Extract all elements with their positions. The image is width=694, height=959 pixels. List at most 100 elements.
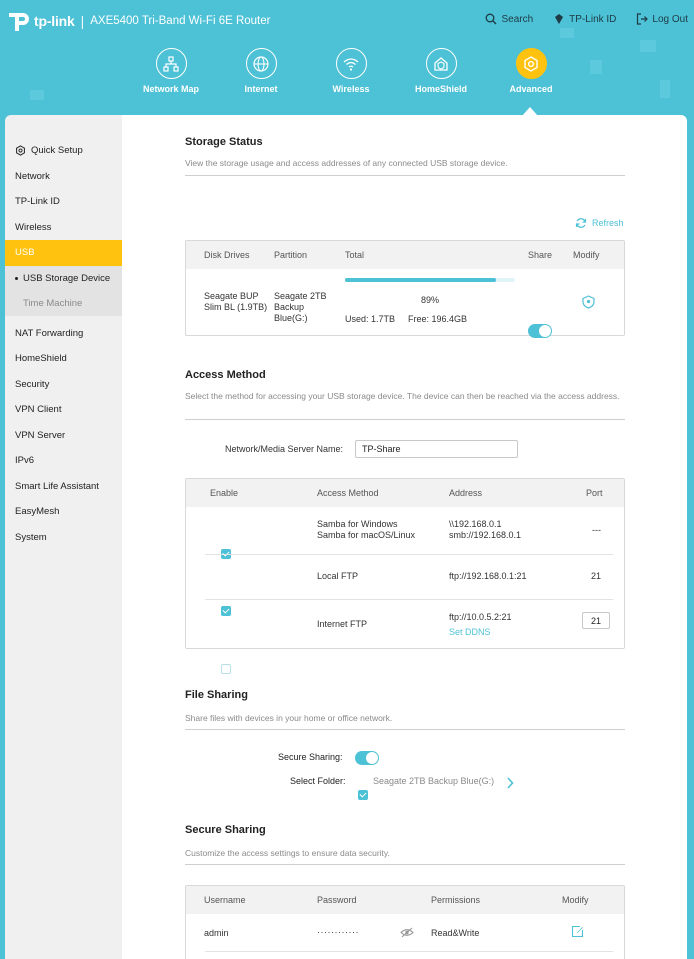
sidebar: Quick Setup Network TP-Link ID Wireless …: [5, 115, 122, 959]
internet-ftp-port-input[interactable]: 21: [582, 612, 610, 629]
method-name: Samba for macOS/Linux: [317, 530, 416, 540]
nav-advanced[interactable]: Advanced: [486, 48, 576, 94]
secure-sharing-desc: Customize the access settings to ensure …: [185, 848, 390, 858]
address-value: smb://192.168.0.1: [449, 530, 522, 540]
edit-icon[interactable]: [571, 925, 584, 938]
sidebar-item-ipv6[interactable]: IPv6: [5, 448, 122, 474]
username-value: admin: [204, 928, 229, 938]
search-icon: [486, 13, 497, 25]
sidebar-item-quick-setup[interactable]: Quick Setup: [5, 138, 122, 164]
col-port: Port: [586, 488, 603, 498]
sidebar-item-nat-forwarding[interactable]: NAT Forwarding: [5, 321, 122, 347]
header: tp-link | AXE5400 Tri-Band Wi-Fi 6E Rout…: [0, 0, 694, 125]
table-row: Samba for Windows Samba for macOS/Linux: [317, 519, 415, 541]
chevron-right-icon[interactable]: [506, 777, 514, 789]
file-sharing-desc: Share files with devices in your home or…: [185, 713, 393, 723]
address-value: ftp://10.0.5.2:21: [449, 612, 512, 622]
sidebar-item-vpn-server[interactable]: VPN Server: [5, 423, 122, 449]
search-link[interactable]: Search: [485, 13, 533, 25]
sidebar-item-usb[interactable]: USB: [5, 240, 122, 266]
decor: [30, 90, 44, 100]
wifi-icon: [335, 48, 367, 79]
secure-sharing-toggle[interactable]: [355, 751, 379, 765]
secure-sharing-label: Secure Sharing:: [278, 752, 343, 762]
logo[interactable]: tp-link | AXE5400 Tri-Band Wi-Fi 6E Rout…: [6, 8, 270, 34]
eye-hidden-icon[interactable]: [400, 927, 414, 938]
usage-bar: [345, 278, 515, 282]
logout-link[interactable]: Log Out: [636, 13, 688, 25]
sidebar-item-homeshield[interactable]: HomeShield: [5, 346, 122, 372]
tplink-id-icon: [555, 14, 564, 24]
sidebar-item-smart-life-assistant[interactable]: Smart Life Assistant: [5, 474, 122, 500]
decor: [560, 28, 574, 38]
refresh-label: Refresh: [592, 218, 624, 228]
col-modify: Modify: [562, 895, 589, 905]
decor: [590, 60, 602, 74]
storage-table-header: Disk Drives Partition Total Share Modify: [186, 241, 624, 269]
storage-status-title: Storage Status: [185, 136, 263, 148]
secure-sharing-table: Username Password Permissions Modify adm…: [185, 885, 625, 959]
refresh-icon: [575, 218, 587, 228]
sidebar-item-network[interactable]: Network: [5, 164, 122, 190]
nav-wireless[interactable]: Wireless: [306, 48, 396, 94]
address-cell: \\192.168.0.1 smb://192.168.0.1: [449, 519, 521, 541]
col-modify: Modify: [573, 250, 600, 260]
divider: [185, 864, 625, 865]
search-link-label: Search: [501, 13, 534, 25]
nav-internet[interactable]: Internet: [216, 48, 306, 94]
method-name: Internet FTP: [317, 619, 368, 629]
nav-wireless-label: Wireless: [332, 84, 370, 94]
sidebar-item-label: Network: [15, 170, 50, 182]
method-name: Samba for Windows: [317, 519, 398, 529]
col-disk-drives: Disk Drives: [204, 250, 250, 260]
sidebar-subitem-time-machine[interactable]: Time Machine: [5, 291, 122, 316]
address-value: ftp://192.168.0.1:21: [449, 571, 527, 581]
secure-sharing-title: Secure Sharing: [185, 824, 266, 836]
sidebar-item-label: EasyMesh: [15, 506, 60, 518]
method-name: Local FTP: [317, 571, 359, 581]
folder-checkbox[interactable]: [358, 790, 368, 800]
address-value: \\192.168.0.1: [449, 519, 502, 529]
sidebar-item-wireless[interactable]: Wireless: [5, 215, 122, 241]
folder-name: Seagate 2TB Backup Blue(G:): [373, 776, 495, 786]
sidebar-item-easymesh[interactable]: EasyMesh: [5, 499, 122, 525]
row-divider: [205, 599, 613, 600]
storage-table: Disk Drives Partition Total Share Modify…: [185, 240, 625, 338]
sidebar-subitem-usb-storage-device[interactable]: USB Storage Device: [5, 266, 122, 291]
used-space: Used: 1.7TB: [345, 314, 396, 324]
nav-advanced-label: Advanced: [509, 84, 553, 94]
sidebar-item-system[interactable]: System: [5, 525, 122, 551]
shield-icon[interactable]: [582, 295, 595, 309]
port-value: ---: [592, 525, 601, 535]
top-links: Search TP-Link ID Log Out: [485, 13, 688, 25]
decor: [640, 40, 656, 52]
nav-network-map[interactable]: Network Map: [126, 48, 216, 94]
sidebar-item-label: VPN Server: [15, 429, 66, 441]
set-ddns-link[interactable]: Set DDNS: [449, 627, 491, 637]
server-name-input[interactable]: TP-Share: [355, 440, 518, 458]
homeshield-icon: [425, 48, 457, 79]
col-access-method: Access Method: [317, 488, 379, 498]
col-partition: Partition: [274, 250, 308, 260]
sidebar-subitem-label: USB Storage Device: [23, 272, 111, 284]
nav-homeshield[interactable]: HomeShield: [396, 48, 486, 94]
refresh-button[interactable]: Refresh: [575, 217, 624, 229]
enable-local-ftp-checkbox[interactable]: [221, 606, 231, 616]
divider: [185, 419, 625, 420]
col-total: Total: [345, 250, 365, 260]
share-toggle[interactable]: [528, 324, 552, 338]
col-permissions: Permissions: [431, 895, 481, 905]
sidebar-item-label: Smart Life Assistant: [15, 480, 99, 492]
tplink-id-link[interactable]: TP-Link ID: [553, 13, 616, 25]
row-divider: [205, 554, 613, 555]
nav-internet-label: Internet: [244, 84, 278, 94]
sidebar-item-label: System: [15, 531, 47, 543]
select-folder-label: Select Folder:: [290, 776, 346, 786]
nav-network-map-label: Network Map: [142, 84, 199, 94]
sidebar-item-tplink-id[interactable]: TP-Link ID: [5, 189, 122, 215]
sidebar-item-vpn-client[interactable]: VPN Client: [5, 397, 122, 423]
sidebar-item-security[interactable]: Security: [5, 372, 122, 398]
permission-value: Read&Write: [431, 928, 480, 938]
enable-internet-ftp-checkbox[interactable]: [221, 664, 231, 674]
decor: [660, 80, 670, 98]
